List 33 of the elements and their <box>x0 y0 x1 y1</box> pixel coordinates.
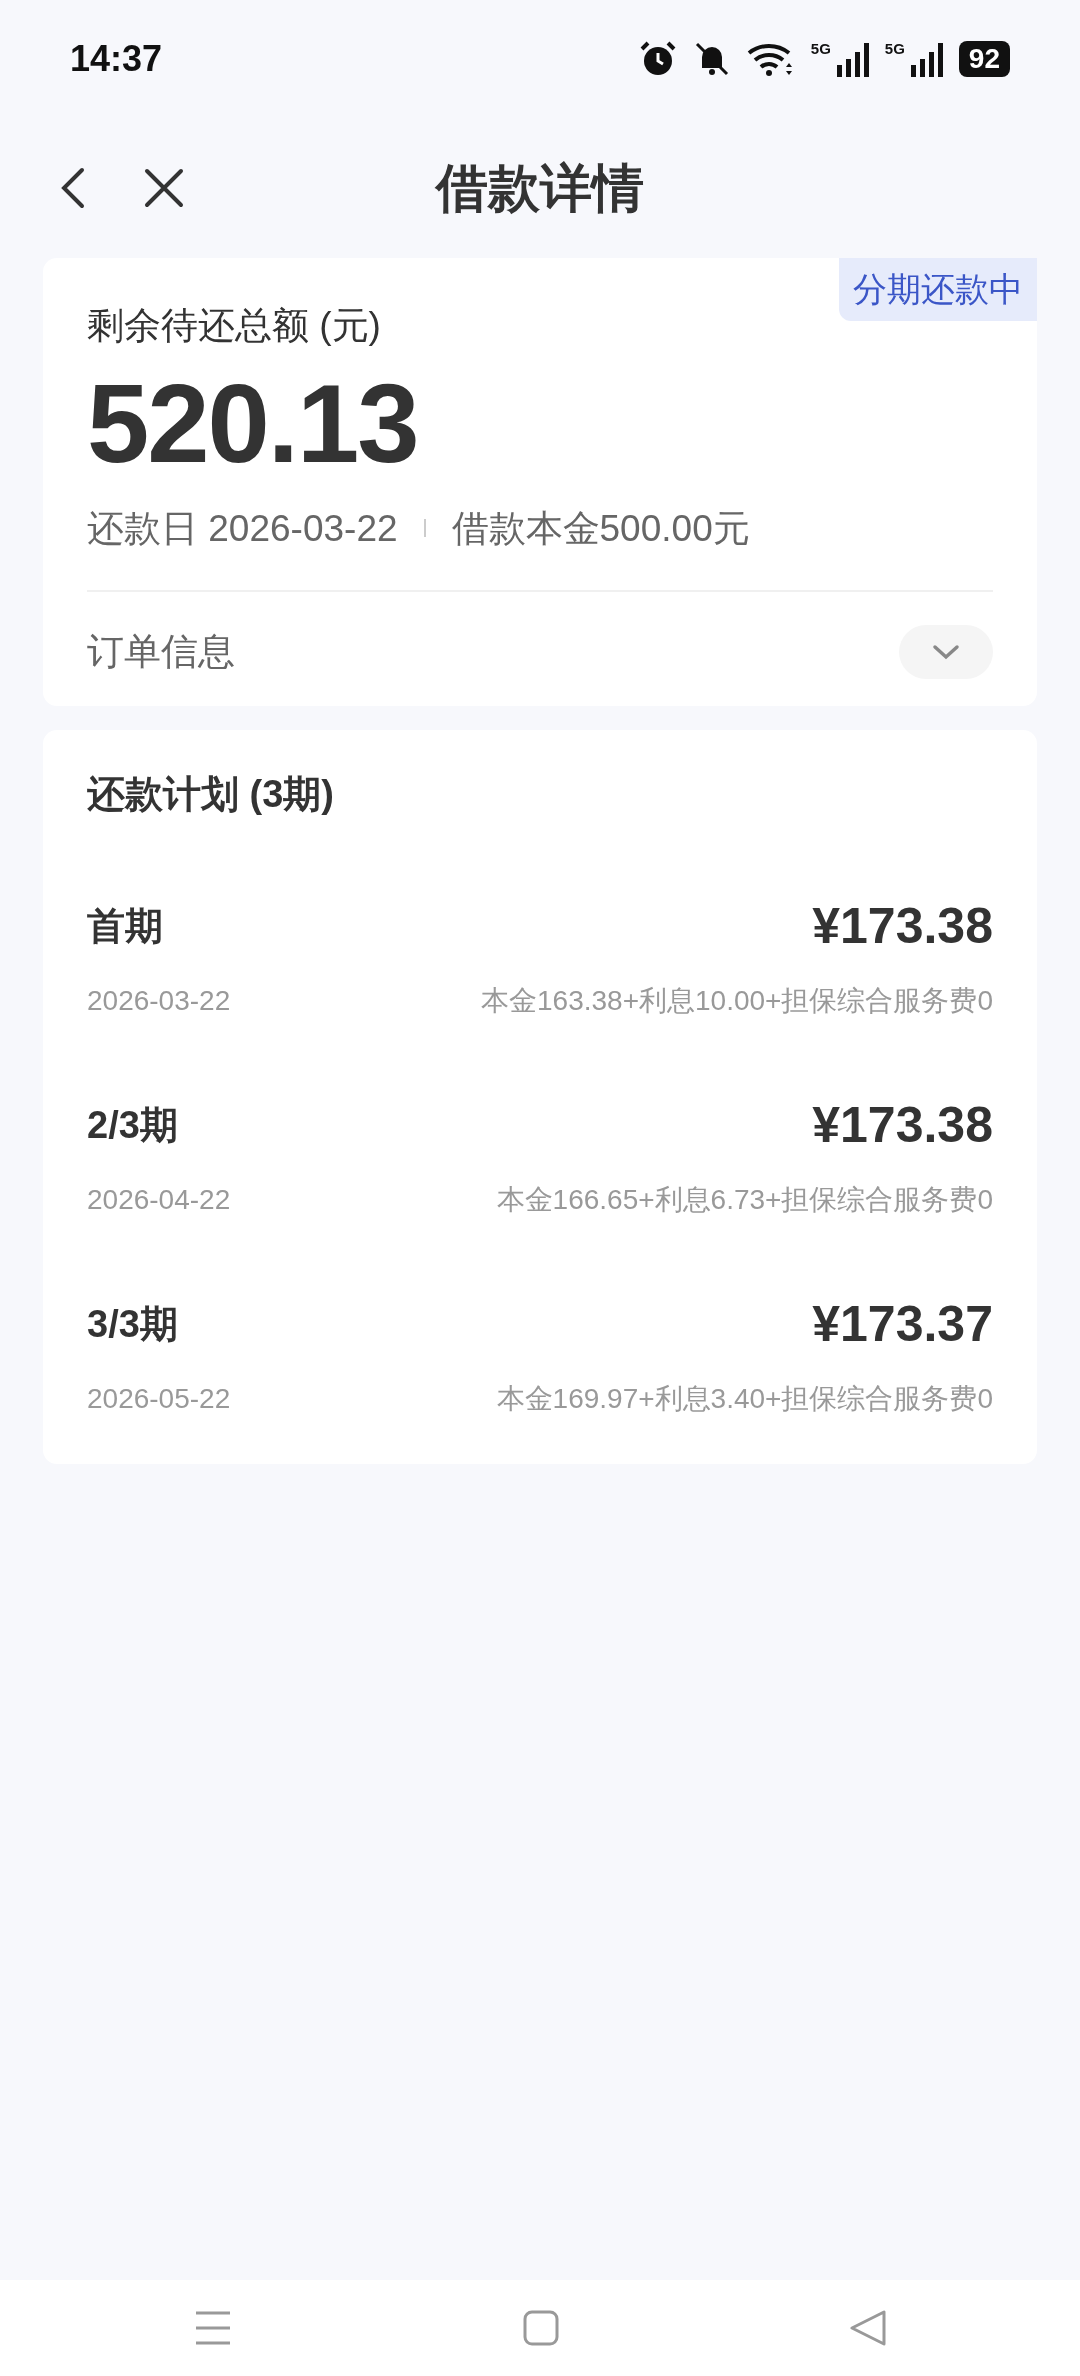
clock-time: 14:37 <box>70 37 163 81</box>
installment-breakdown: 本金169.97+利息3.40+担保综合服务费0 <box>496 1381 993 1416</box>
home-icon[interactable] <box>523 2310 559 2346</box>
battery-level: 92 <box>958 41 1010 77</box>
installment-date: 2026-04-22 <box>87 1182 231 1217</box>
order-info-label: 订单信息 <box>87 630 235 675</box>
remaining-label: 剩余待还总额 (元) <box>87 304 382 348</box>
chevron-icon <box>932 643 960 660</box>
installment-date: 2026-05-22 <box>87 1381 231 1416</box>
installment-name: 首期 <box>87 903 163 949</box>
installment-amount: ¥173.38 <box>812 1095 993 1155</box>
remaining-amount: 520.13 <box>87 361 419 485</box>
status-tag: 分期还款中 <box>839 258 1037 321</box>
plan-title: 还款计划 (3期) <box>87 771 335 817</box>
installment-name: 3/3期 <box>87 1301 178 1347</box>
due-date: 还款日 2026-03-22 <box>87 506 398 551</box>
installment-breakdown: 本金163.38+利息10.00+担保综合服务费0 <box>481 983 993 1018</box>
close-icon <box>144 168 184 208</box>
principal-text: 借款本金500.00元 <box>451 506 750 551</box>
network-label: 5G <box>884 41 905 56</box>
wifi-icon <box>746 41 795 77</box>
page-title: 借款详情 <box>436 158 644 219</box>
network-label: 5G <box>810 41 831 56</box>
installment-amount: ¥173.38 <box>812 896 993 956</box>
installment-breakdown: 本金166.65+利息6.73+担保综合服务费0 <box>496 1182 993 1217</box>
alarm-icon <box>638 40 677 78</box>
signal-icon <box>910 43 943 77</box>
back-icon[interactable] <box>850 2310 887 2346</box>
menu-icon[interactable] <box>193 2309 232 2347</box>
signal-icon <box>836 43 869 77</box>
installment-date: 2026-03-22 <box>87 983 231 1018</box>
installment-name: 2/3期 <box>87 1102 178 1148</box>
installment-amount: ¥173.37 <box>812 1294 993 1354</box>
